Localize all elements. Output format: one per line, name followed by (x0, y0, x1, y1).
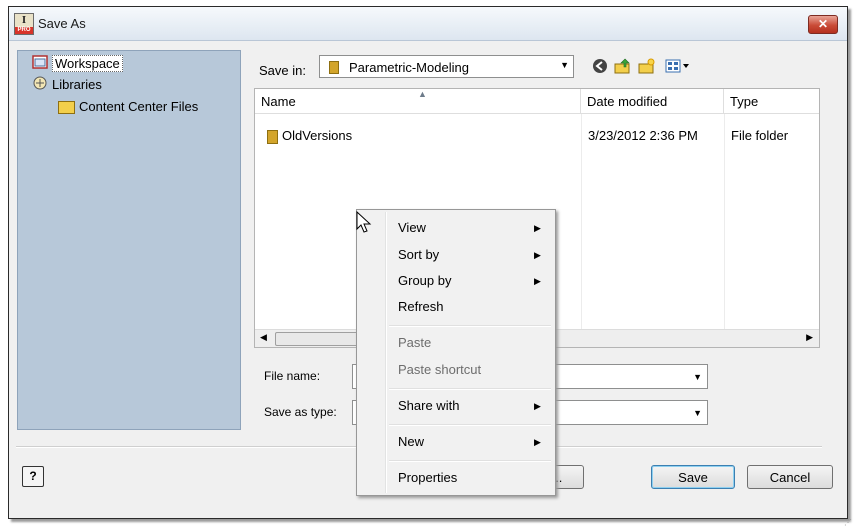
new-folder-icon[interactable] (638, 58, 656, 74)
menu-item-properties[interactable]: Properties (398, 469, 457, 487)
save-in-value: Parametric-Modeling (349, 60, 469, 75)
column-header-name[interactable]: Name ▲ (255, 89, 581, 114)
chevron-down-icon: ▼ (560, 60, 569, 70)
column-divider (724, 114, 725, 332)
back-icon[interactable] (591, 58, 609, 74)
column-header-date-modified[interactable]: Date modified (581, 89, 724, 114)
inventor-app-icon: I PRO (14, 13, 34, 35)
view-menu-icon[interactable] (664, 58, 692, 74)
menu-item-group-by[interactable]: Group by (398, 272, 451, 290)
sidebar-item-label: Content Center Files (79, 99, 199, 114)
places-sidebar: Workspace Libraries Content Center Files (17, 50, 241, 430)
up-folder-icon[interactable] (614, 58, 632, 74)
menu-item-refresh[interactable]: Refresh (398, 298, 444, 316)
help-button[interactable]: ? (22, 466, 44, 487)
scroll-right-icon[interactable]: ▶ (806, 332, 813, 343)
window-title: Save As (38, 16, 86, 31)
sidebar-item-libraries[interactable]: Libraries (32, 76, 102, 94)
sidebar-item-workspace[interactable]: Workspace (32, 55, 123, 73)
submenu-arrow-icon: ▶ (534, 401, 541, 411)
file-name-cell: OldVersions (282, 128, 353, 143)
sidebar-item-label: Workspace (52, 55, 123, 72)
menu-gutter (385, 212, 387, 493)
save-as-type-label: Save as type: (264, 405, 337, 419)
context-menu: View ▶ Sort by ▶ Group by ▶ Refresh Past… (356, 209, 556, 496)
type-cell: File folder (731, 128, 789, 143)
submenu-arrow-icon: ▶ (534, 223, 541, 233)
save-in-dropdown[interactable]: Parametric-Modeling ▼ (319, 55, 574, 78)
menu-separator (389, 325, 551, 327)
cancel-button[interactable]: Cancel (747, 465, 833, 489)
menu-item-paste-shortcut: Paste shortcut (398, 362, 482, 377)
column-divider (581, 114, 582, 332)
chevron-down-icon: ▼ (693, 372, 702, 382)
column-header-type[interactable]: Type (724, 89, 819, 114)
menu-item-paste: Paste (398, 335, 432, 350)
submenu-arrow-icon: ▶ (534, 250, 541, 260)
sidebar-item-label: Libraries (52, 77, 102, 92)
folder-icon (267, 129, 278, 144)
menu-item-share-with[interactable]: Share with (398, 397, 459, 415)
menu-separator (389, 460, 551, 462)
sidebar-item-content-center-files[interactable]: Content Center Files (58, 98, 198, 116)
menu-item-sort-by[interactable]: Sort by (398, 246, 439, 264)
libraries-icon (32, 76, 48, 95)
title-bar[interactable]: I PRO Save As ✕ (9, 7, 847, 41)
menu-separator (389, 388, 551, 390)
save-button[interactable]: Save (651, 465, 735, 489)
menu-item-view[interactable]: View (398, 219, 426, 237)
workspace-icon (32, 55, 48, 74)
submenu-arrow-icon: ▶ (534, 437, 541, 447)
close-button[interactable]: ✕ (808, 15, 838, 34)
sort-ascending-icon: ▲ (418, 89, 427, 99)
menu-separator (389, 424, 551, 426)
table-row[interactable]: OldVersions (267, 127, 352, 145)
submenu-arrow-icon: ▶ (534, 276, 541, 286)
chevron-down-icon: ▼ (693, 408, 702, 418)
resize-grip-icon[interactable]: ⋰ (844, 518, 852, 527)
folder-icon (58, 101, 75, 115)
save-in-label: Save in: (259, 63, 306, 78)
folder-icon (329, 61, 339, 74)
scroll-left-icon[interactable]: ◀ (260, 332, 267, 343)
date-modified-cell: 3/23/2012 2:36 PM (588, 128, 698, 143)
mouse-pointer-icon (356, 211, 372, 233)
file-name-label: File name: (264, 369, 321, 383)
menu-item-new[interactable]: New (398, 433, 424, 451)
